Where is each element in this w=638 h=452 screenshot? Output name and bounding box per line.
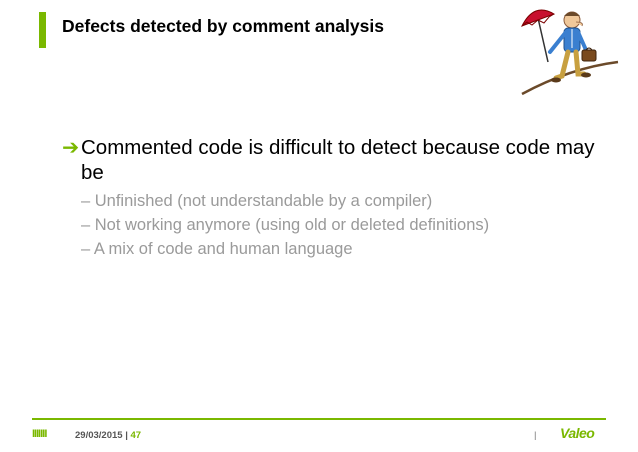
footer-divider xyxy=(32,418,606,420)
footer-date: 29/03/2015 xyxy=(75,430,123,441)
tightrope-walker-with-umbrella-icon xyxy=(520,9,619,96)
sub-bullet-list: – Unfinished (not understandable by a co… xyxy=(81,189,602,261)
slide-content: ➔ Commented code is difficult to detect … xyxy=(62,135,602,261)
main-bullet: ➔ Commented code is difficult to detect … xyxy=(62,135,602,185)
page-number: 47 xyxy=(130,430,142,441)
slide-title: Defects detected by comment analysis xyxy=(62,16,384,36)
footer-right-separator: | xyxy=(534,430,537,441)
sub-bullet-item: – Unfinished (not understandable by a co… xyxy=(81,192,433,210)
sub-bullet-item: – A mix of code and human language xyxy=(81,240,353,258)
footer-date-page: 29/03/2015 | 47 xyxy=(75,430,141,441)
slide: Defects detected by comment analysis ➔ C… xyxy=(0,0,638,452)
arrow-right-icon: ➔ xyxy=(62,136,80,159)
footer-separator: | xyxy=(125,430,128,441)
title-accent-bar xyxy=(39,12,46,48)
valeo-logo: Valeo xyxy=(560,425,595,441)
sub-bullet-item: – Not working anymore (using old or dele… xyxy=(81,216,490,234)
main-bullet-text: Commented code is difficult to detect be… xyxy=(81,136,595,184)
footer-bar-marks: IIIIIII xyxy=(32,428,47,440)
